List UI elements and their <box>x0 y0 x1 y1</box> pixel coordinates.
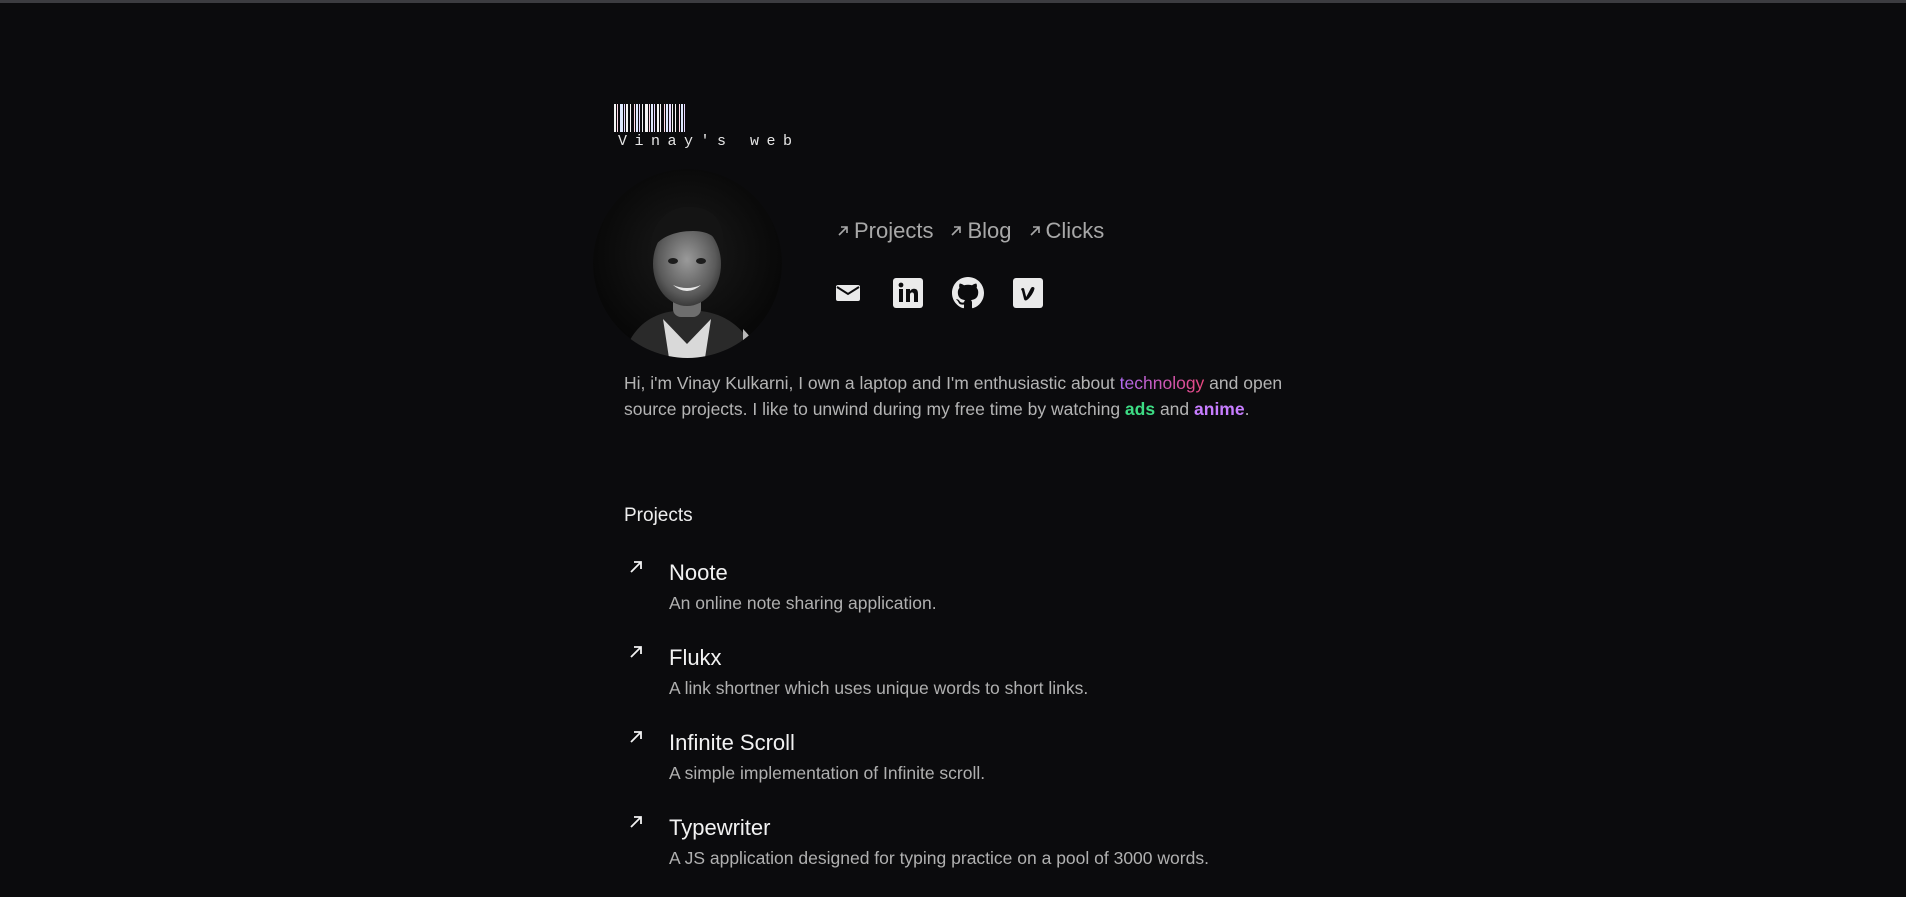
site-logo[interactable]: Vinay's web <box>614 104 800 150</box>
nav-link-blog[interactable]: Blog <box>949 218 1012 244</box>
bio-paragraph: Hi, i'm Vinay Kulkarni, I own a laptop a… <box>624 371 1304 422</box>
arrow-up-right-icon <box>951 226 962 236</box>
project-title: Infinite Scroll <box>669 730 795 755</box>
project-item-noote[interactable]: Noote An online note sharing application… <box>624 557 1324 642</box>
vimeo-icon <box>1013 278 1043 308</box>
primary-nav: Projects Blog Clicks <box>836 218 1120 244</box>
nav-link-label: Projects <box>854 218 934 243</box>
arrow-up-right-icon <box>630 561 642 573</box>
bio-text: Hi, i'm Vinay Kulkarni, I own a laptop a… <box>624 373 1120 393</box>
arrow-up-right-icon <box>630 731 642 743</box>
nav-link-clicks[interactable]: Clicks <box>1028 218 1105 244</box>
vimeo-link[interactable] <box>1012 277 1044 309</box>
bio-text: and <box>1155 398 1195 419</box>
email-link[interactable] <box>832 277 864 309</box>
nav-link-label: Blog <box>967 218 1012 243</box>
bio-highlight-technology: technology <box>1119 373 1205 393</box>
github-link[interactable] <box>952 277 984 309</box>
arrow-up-right-icon <box>1029 226 1040 236</box>
project-title: Noote <box>669 560 728 585</box>
project-description: A JS application designed for typing pra… <box>669 848 1209 868</box>
github-icon <box>952 277 984 309</box>
social-links <box>832 277 1044 309</box>
arrow-up-right-icon <box>838 226 848 236</box>
project-title: Flukx <box>669 645 722 670</box>
project-description: A simple implementation of Infinite scro… <box>669 763 986 783</box>
browser-top-border <box>0 0 1906 3</box>
projects-heading: Projects <box>624 505 693 526</box>
project-title: Typewriter <box>669 815 771 840</box>
linkedin-link[interactable] <box>892 277 924 309</box>
project-item-infinite-scroll[interactable]: Infinite Scroll A simple implementation … <box>624 727 1324 812</box>
bio-highlight-anime: anime <box>1194 398 1245 419</box>
projects-list: Noote An online note sharing application… <box>624 557 1324 897</box>
nav-link-label: Clicks <box>1045 218 1105 243</box>
project-item-flukx[interactable]: Flukx A link shortner which uses unique … <box>624 642 1324 727</box>
mail-icon <box>836 285 860 301</box>
project-item-typewriter[interactable]: Typewriter A JS application designed for… <box>624 812 1324 897</box>
arrow-up-right-icon <box>630 816 642 828</box>
project-description: A link shortner which uses unique words … <box>669 678 1089 698</box>
bio-text: . <box>1244 398 1250 419</box>
bio-highlight-ads: ads <box>1124 398 1156 419</box>
logo-text: Vinay's web <box>618 133 800 150</box>
linkedin-icon <box>893 278 923 308</box>
barcode-graphic <box>614 104 778 132</box>
avatar <box>593 169 782 358</box>
project-description: An online note sharing application. <box>669 593 937 613</box>
nav-link-projects[interactable]: Projects <box>836 218 933 244</box>
arrow-up-right-icon <box>630 646 642 658</box>
